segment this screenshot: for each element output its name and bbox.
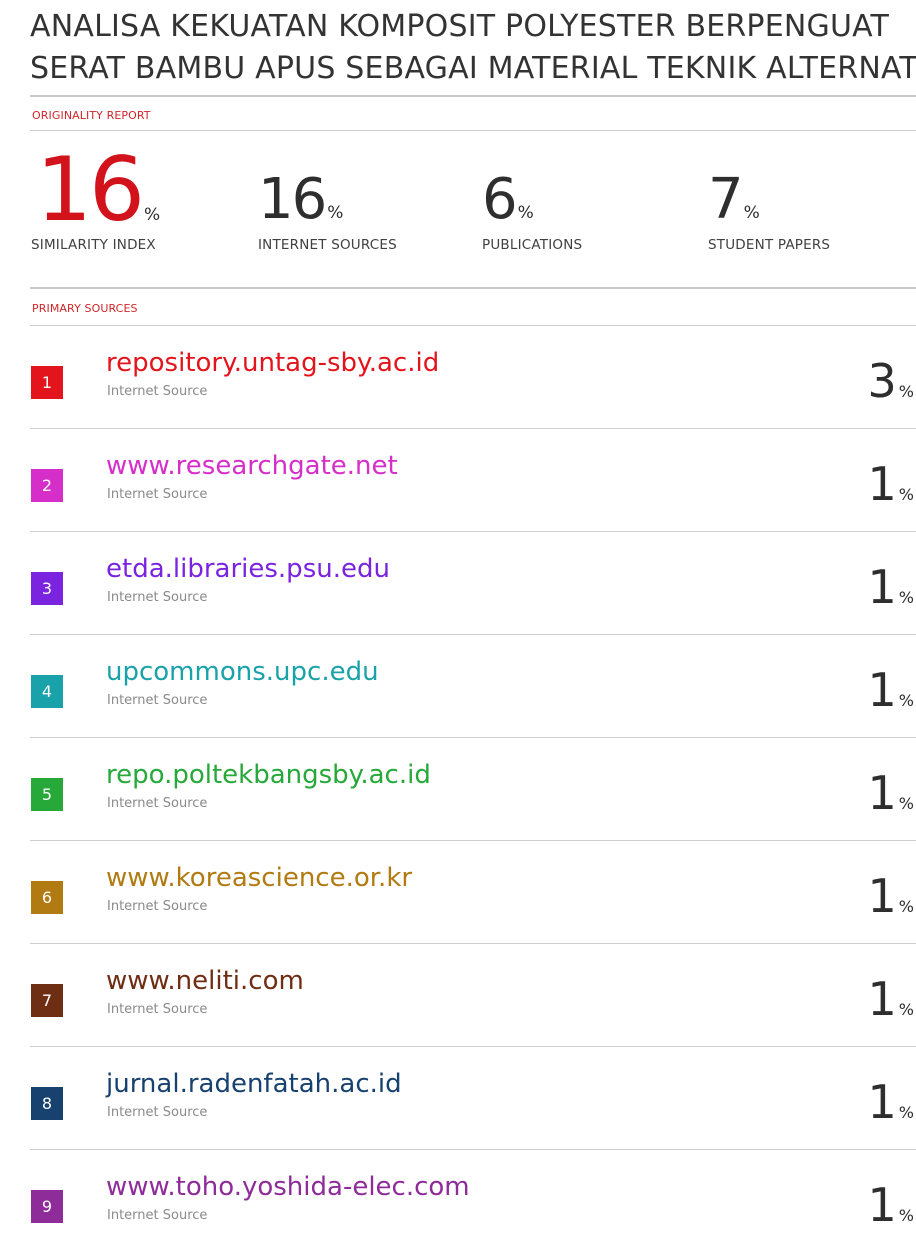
source-percentage-value: 1: [867, 1178, 897, 1232]
stat-label: SIMILARITY INDEX: [31, 237, 156, 253]
source-name[interactable]: www.toho.yoshida-elec.com: [106, 1170, 470, 1204]
stat-value: 16%: [36, 146, 161, 234]
rank-badge: 8: [31, 1087, 63, 1120]
source-percentage-unit: %: [898, 588, 914, 607]
source-percentage-unit: %: [898, 794, 914, 813]
source-row: 5 repo.poltekbangsby.ac.id Internet Sour…: [30, 738, 916, 841]
source-percentage-unit: %: [898, 485, 914, 504]
source-percentage-value: 1: [867, 663, 897, 717]
originality-report-label: ORIGINALITY REPORT: [32, 109, 151, 122]
source-percentage-value: 1: [867, 972, 897, 1026]
source-percentage: 3%: [868, 346, 914, 416]
source-percentage-value: 1: [867, 457, 897, 511]
source-percentage: 1%: [868, 449, 914, 519]
document-title-line-1: ANALISA KEKUATAN KOMPOSIT POLYESTER BERP…: [30, 9, 890, 44]
source-type: Internet Source: [107, 899, 208, 914]
source-type: Internet Source: [107, 693, 208, 708]
rank-badge: 4: [31, 675, 63, 708]
source-percentage-unit: %: [898, 897, 914, 916]
source-percentage-value: 1: [867, 560, 897, 614]
stat-unit: %: [327, 203, 344, 223]
stat-unit: %: [743, 203, 760, 223]
source-name[interactable]: jurnal.radenfatah.ac.id: [106, 1067, 402, 1101]
divider: [30, 287, 916, 289]
source-row: 4 upcommons.upc.edu Internet Source 1%: [30, 635, 916, 738]
source-name[interactable]: upcommons.upc.edu: [106, 655, 379, 689]
source-row: 3 etda.libraries.psu.edu Internet Source…: [30, 532, 916, 635]
stat-label: PUBLICATIONS: [482, 237, 583, 253]
source-row: 1 repository.untag-sby.ac.id Internet So…: [30, 326, 916, 429]
stat-number: 16: [258, 167, 327, 232]
divider: [30, 95, 916, 97]
source-type: Internet Source: [107, 1002, 208, 1017]
stat-number: 6: [482, 167, 518, 232]
stat-label: STUDENT PAPERS: [708, 237, 831, 253]
source-percentage-value: 1: [867, 1075, 897, 1129]
rank-badge: 3: [31, 572, 63, 605]
rank-badge: 2: [31, 469, 63, 502]
source-percentage-unit: %: [898, 1103, 914, 1122]
source-percentage: 1%: [868, 1170, 914, 1240]
source-percentage: 1%: [868, 861, 914, 931]
source-percentage-unit: %: [898, 382, 914, 401]
stat-unit: %: [517, 203, 534, 223]
source-name[interactable]: etda.libraries.psu.edu: [106, 552, 390, 586]
source-name[interactable]: repository.untag-sby.ac.id: [106, 346, 439, 380]
source-percentage: 1%: [868, 655, 914, 725]
rank-badge: 1: [31, 366, 63, 399]
source-percentage: 1%: [868, 1067, 914, 1137]
source-percentage: 1%: [868, 964, 914, 1034]
source-type: Internet Source: [107, 384, 208, 399]
rank-badge: 6: [31, 881, 63, 914]
divider: [30, 130, 916, 131]
source-percentage-value: 1: [867, 869, 897, 923]
source-row: 6 www.koreascience.or.kr Internet Source…: [30, 841, 916, 944]
source-row: 2 www.researchgate.net Internet Source 1…: [30, 429, 916, 532]
stat-value: 7%: [708, 164, 760, 236]
rank-badge: 5: [31, 778, 63, 811]
source-percentage: 1%: [868, 758, 914, 828]
rank-badge: 7: [31, 984, 63, 1017]
stat-label: INTERNET SOURCES: [258, 237, 397, 253]
source-name[interactable]: www.researchgate.net: [106, 449, 398, 483]
stat-value: 6%: [482, 164, 534, 236]
rank-badge: 9: [31, 1190, 63, 1223]
source-name[interactable]: repo.poltekbangsby.ac.id: [106, 758, 431, 792]
source-row: 9 www.toho.yoshida-elec.com Internet Sou…: [30, 1150, 916, 1242]
source-row: 7 www.neliti.com Internet Source 1%: [30, 944, 916, 1047]
source-type: Internet Source: [107, 487, 208, 502]
source-percentage-unit: %: [898, 691, 914, 710]
source-type: Internet Source: [107, 796, 208, 811]
primary-sources-label: PRIMARY SOURCES: [32, 302, 138, 315]
document-title-line-2: SERAT BAMBU APUS SEBAGAI MATERIAL TEKNIK…: [30, 51, 916, 86]
source-type: Internet Source: [107, 1105, 208, 1120]
source-type: Internet Source: [107, 1208, 208, 1223]
stat-unit: %: [143, 205, 161, 225]
source-percentage: 1%: [868, 552, 914, 622]
stat-value: 16%: [258, 164, 343, 236]
source-percentage-unit: %: [898, 1206, 914, 1225]
source-percentage-unit: %: [898, 1000, 914, 1019]
source-name[interactable]: www.koreascience.or.kr: [106, 861, 412, 895]
source-percentage-value: 3: [867, 354, 897, 408]
document-title: ANALISA KEKUATAN KOMPOSIT POLYESTER BERP…: [30, 6, 916, 90]
source-type: Internet Source: [107, 590, 208, 605]
stat-number: 16: [36, 138, 145, 241]
source-name[interactable]: www.neliti.com: [106, 964, 304, 998]
source-percentage-value: 1: [867, 766, 897, 820]
stat-number: 7: [708, 167, 744, 232]
source-row: 8 jurnal.radenfatah.ac.id Internet Sourc…: [30, 1047, 916, 1150]
